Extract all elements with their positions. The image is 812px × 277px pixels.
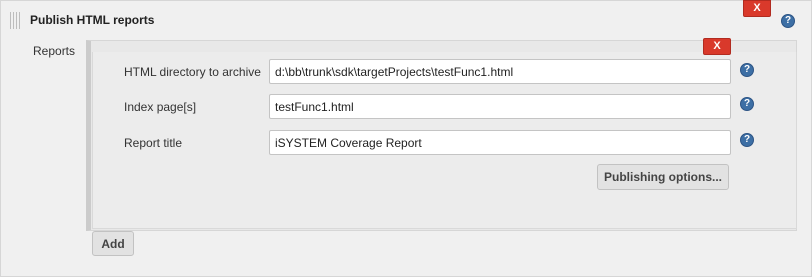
help-icon[interactable]: ? (781, 14, 795, 28)
report-title-input[interactable] (269, 130, 731, 155)
delete-report-button[interactable]: X (703, 38, 731, 55)
add-report-button[interactable]: Add (92, 231, 134, 256)
index-pages-label: Index page[s] (124, 100, 197, 114)
html-directory-input[interactable] (269, 59, 731, 84)
help-icon[interactable]: ? (740, 133, 754, 147)
publishing-options-button[interactable]: Publishing options... (597, 164, 729, 190)
delete-step-button[interactable]: X (743, 0, 771, 17)
help-icon[interactable]: ? (740, 97, 754, 111)
drag-handle-grip[interactable] (10, 12, 20, 29)
report-title-label: Report title (124, 136, 183, 150)
help-icon[interactable]: ? (740, 63, 754, 77)
html-directory-label: HTML directory to archive (124, 65, 261, 79)
section-title: Publish HTML reports (30, 13, 155, 27)
reports-label: Reports (33, 44, 76, 58)
index-pages-input[interactable] (269, 94, 731, 119)
